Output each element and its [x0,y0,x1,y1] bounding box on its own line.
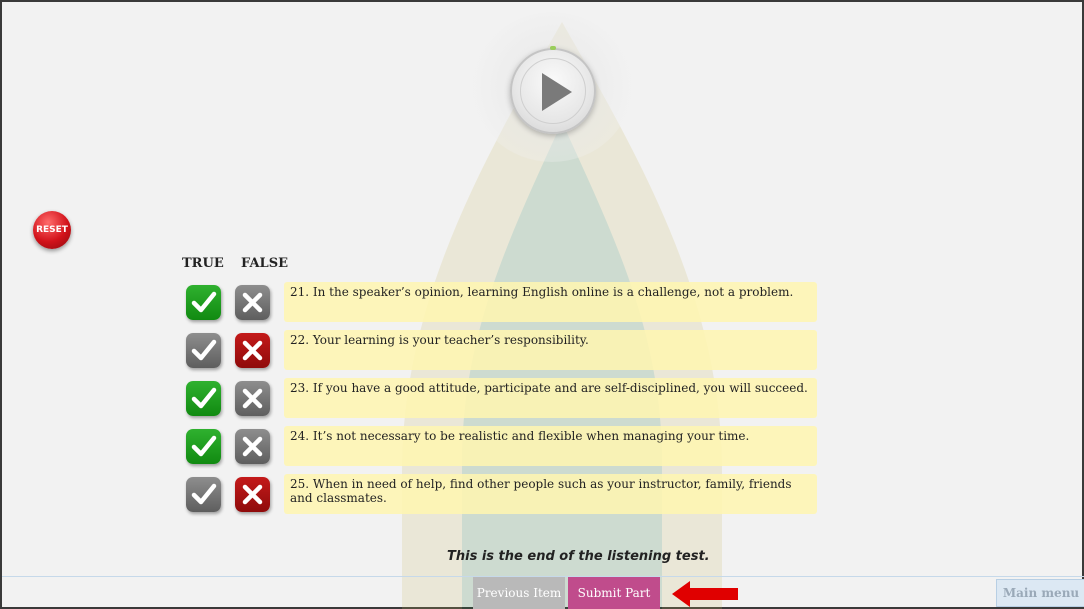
left-arrow-icon [672,581,738,607]
question-row: 21. In the speaker’s opinion, learning E… [184,282,819,326]
submit-part-button[interactable]: Submit Part [568,577,660,609]
x-icon [242,340,263,361]
question-text: 22. Your learning is your teacher’s resp… [284,330,817,370]
true-checkbox[interactable] [186,429,221,464]
false-checkbox[interactable] [235,333,270,368]
audio-progress-indicator [550,46,556,50]
previous-item-button[interactable]: Previous Item [473,577,565,609]
question-row: 23. If you have a good attitude, partici… [184,378,819,422]
reset-button[interactable]: RESET [33,211,71,249]
false-checkbox[interactable] [235,285,270,320]
check-icon [191,339,217,361]
question-text: 24. It’s not necessary to be realistic a… [284,426,817,466]
question-row: 22. Your learning is your teacher’s resp… [184,330,819,374]
x-icon [242,436,263,457]
check-icon [191,387,217,409]
x-icon [242,388,263,409]
question-row: 24. It’s not necessary to be realistic a… [184,426,819,470]
true-checkbox[interactable] [186,285,221,320]
x-icon [242,484,263,505]
true-checkbox[interactable] [186,381,221,416]
question-text: 21. In the speaker’s opinion, learning E… [284,282,817,322]
false-checkbox[interactable] [235,429,270,464]
false-checkbox[interactable] [235,381,270,416]
false-column-header: FALSE [241,256,288,271]
true-checkbox[interactable] [186,333,221,368]
false-checkbox[interactable] [235,477,270,512]
check-icon [191,435,217,457]
play-icon [542,73,572,111]
true-column-header: TRUE [182,256,224,271]
check-icon [191,291,217,313]
x-icon [242,292,263,313]
question-text: 25. When in need of help, find other peo… [284,474,817,514]
question-text: 23. If you have a good attitude, partici… [284,378,817,418]
true-checkbox[interactable] [186,477,221,512]
end-of-test-message: This is the end of the listening test. [447,549,710,564]
play-button[interactable] [510,48,596,134]
main-menu-button[interactable]: Main menu [996,579,1084,607]
question-row: 25. When in need of help, find other peo… [184,474,819,518]
check-icon [191,483,217,505]
